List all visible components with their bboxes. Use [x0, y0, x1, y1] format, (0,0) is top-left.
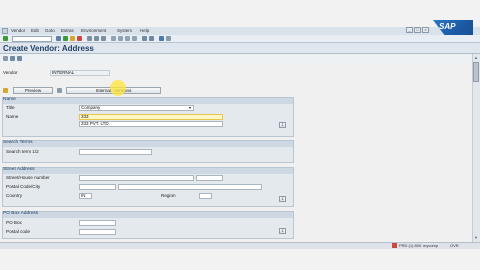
search-terms-group-header	[3, 141, 293, 147]
more-pobox-fields-icon[interactable]: ↧	[279, 228, 286, 234]
next-screen-icon[interactable]	[10, 56, 15, 61]
po-box-group-header	[3, 212, 293, 218]
application-toolbar	[0, 54, 480, 64]
vendor-label: Vendor	[3, 70, 18, 75]
po-box-postal-label: Postal code	[6, 229, 31, 234]
status-mode: OVR	[450, 243, 459, 248]
maximize-icon[interactable]: □	[414, 27, 421, 33]
preview-button[interactable]: Preview	[13, 87, 53, 94]
chevron-down-icon[interactable]: ▾	[189, 106, 191, 110]
menu-edit[interactable]: Edit	[31, 27, 39, 35]
menu-environment[interactable]: Environment	[81, 27, 106, 35]
title-select-value: Company	[81, 105, 101, 110]
street-field[interactable]	[79, 175, 194, 181]
po-box-group	[2, 211, 294, 239]
street-address-group-title: Street Address	[3, 167, 35, 172]
title-select[interactable]: Company ▾	[79, 105, 194, 111]
city-field[interactable]	[118, 184, 262, 190]
other-vendor-icon[interactable]	[3, 56, 8, 61]
name-field-2[interactable]: 333 PVT. LTD.	[79, 121, 223, 127]
menu-vendor[interactable]: Vendor	[11, 27, 25, 35]
first-page-icon[interactable]	[111, 36, 116, 41]
cancel-icon[interactable]	[77, 36, 82, 41]
name-field-1[interactable]: 333	[79, 114, 223, 120]
shortcut-icon[interactable]	[149, 36, 154, 41]
title-label: Title	[6, 105, 15, 110]
postal-city-label: Postal Code/City	[6, 184, 41, 189]
window-menu-icon[interactable]	[2, 28, 8, 34]
menu-extras[interactable]: Extras	[61, 27, 74, 35]
po-box-label: PO Box	[6, 220, 22, 225]
street-label: Street/House number	[6, 175, 50, 180]
layout-icon[interactable]	[166, 36, 171, 41]
preview-button-label: Preview	[24, 88, 42, 93]
country-field[interactable]: IN	[79, 193, 92, 199]
exit-icon[interactable]	[70, 36, 75, 41]
status-indicator-icon	[392, 243, 397, 248]
status-system: PRD (1) 800	[399, 243, 422, 248]
command-field[interactable]	[12, 36, 52, 42]
po-box-postal-field[interactable]	[79, 229, 116, 235]
check-icon[interactable]	[3, 36, 8, 41]
scroll-thumb[interactable]	[473, 62, 479, 82]
new-session-icon[interactable]	[142, 36, 147, 41]
previous-page-icon[interactable]	[118, 36, 123, 41]
name-group-header	[3, 98, 293, 104]
po-box-field[interactable]	[79, 220, 116, 226]
previous-screen-icon[interactable]	[17, 56, 22, 61]
search-terms-group-title: Search Terms	[3, 140, 33, 145]
save-icon[interactable]	[56, 36, 61, 41]
house-number-field[interactable]	[196, 175, 223, 181]
vertical-scrollbar[interactable]	[472, 54, 480, 242]
page-title: Create Vendor: Address	[3, 44, 94, 53]
po-box-group-title: PO Box Address	[3, 211, 39, 216]
minimize-icon[interactable]: _	[406, 27, 413, 33]
search-term-label: Search term 1/2	[6, 149, 39, 154]
country-label: Country	[6, 193, 23, 198]
sap-logo-text: SAP	[439, 22, 456, 31]
menu-help[interactable]: Help	[140, 27, 149, 35]
postal-code-field[interactable]	[79, 184, 116, 190]
cursor-highlight	[110, 80, 126, 96]
communication-icon[interactable]	[57, 88, 62, 93]
search-term-field[interactable]	[79, 149, 152, 155]
help-icon[interactable]	[159, 36, 164, 41]
region-label: Region	[161, 193, 176, 198]
street-address-group-header	[3, 168, 293, 174]
menu-goto[interactable]: Goto	[45, 27, 55, 35]
last-page-icon[interactable]	[132, 36, 137, 41]
vendor-field: INTERNAL	[50, 70, 110, 76]
back-icon[interactable]	[63, 36, 68, 41]
next-page-icon[interactable]	[125, 36, 130, 41]
region-field[interactable]	[199, 193, 212, 199]
more-fields-icon[interactable]: ↧	[279, 122, 286, 128]
close-icon[interactable]: ×	[422, 27, 429, 33]
sap-window: Vendor Edit Goto Extras Environment Syst…	[0, 0, 480, 270]
menu-system[interactable]: System	[117, 27, 132, 35]
scroll-up-icon[interactable]: ▲	[473, 55, 479, 61]
more-address-fields-icon[interactable]: ↧	[279, 196, 286, 202]
print-icon[interactable]	[87, 36, 92, 41]
name-group-title: Name	[3, 97, 16, 102]
name-label: Name	[6, 114, 19, 119]
find-icon[interactable]	[94, 36, 99, 41]
address-icon	[3, 88, 8, 93]
find-next-icon[interactable]	[101, 36, 106, 41]
scroll-down-icon[interactable]: ▼	[473, 235, 479, 241]
status-server: mycomp	[423, 243, 439, 248]
